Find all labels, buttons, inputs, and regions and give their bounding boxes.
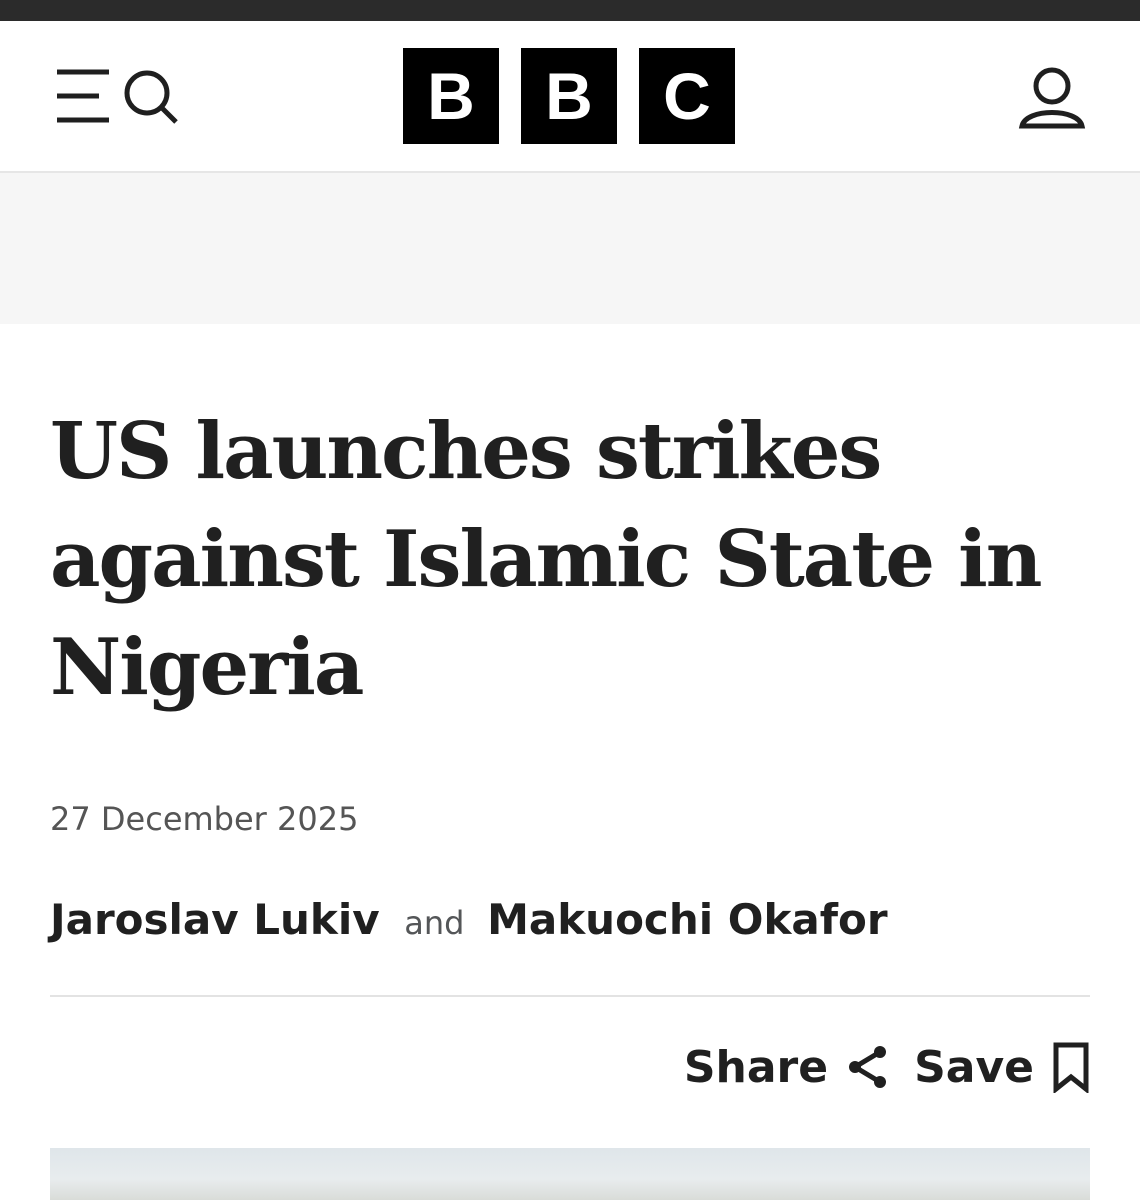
save-label: Save bbox=[914, 1041, 1034, 1093]
author-link[interactable]: Makuochi Okafor bbox=[487, 895, 887, 944]
save-button[interactable]: Save bbox=[914, 1041, 1090, 1093]
byline-joiner: and bbox=[404, 904, 465, 942]
logo-letter-b2: B bbox=[521, 48, 617, 144]
article-headline: US launches strikes against Islamic Stat… bbox=[50, 406, 1043, 713]
logo-letter-b1: B bbox=[403, 48, 499, 144]
account-icon bbox=[1018, 67, 1086, 129]
share-icon bbox=[849, 1046, 887, 1088]
divider bbox=[50, 995, 1090, 997]
bbc-logo[interactable]: B B C bbox=[403, 48, 735, 144]
hero-image bbox=[50, 1148, 1090, 1200]
bookmark-icon bbox=[1053, 1042, 1089, 1093]
article-actions: Share Save bbox=[684, 1035, 1090, 1099]
site-header: B B C bbox=[0, 21, 1140, 173]
status-bar bbox=[0, 0, 1140, 21]
share-label: Share bbox=[683, 1041, 829, 1093]
share-button[interactable]: Share bbox=[684, 1042, 890, 1093]
logo-letter-c: C bbox=[639, 48, 735, 144]
advert-placeholder bbox=[0, 173, 1140, 324]
menu-search-icon bbox=[57, 69, 178, 124]
search-icon-handle bbox=[159, 105, 178, 124]
menu-search-button[interactable] bbox=[55, 66, 183, 130]
article-date: 27 December 2025 bbox=[50, 800, 359, 838]
account-button[interactable] bbox=[1018, 66, 1086, 130]
byline: Jaroslav Lukiv and Makuochi Okafor bbox=[50, 895, 888, 944]
author-link[interactable]: Jaroslav Lukiv bbox=[50, 895, 380, 944]
